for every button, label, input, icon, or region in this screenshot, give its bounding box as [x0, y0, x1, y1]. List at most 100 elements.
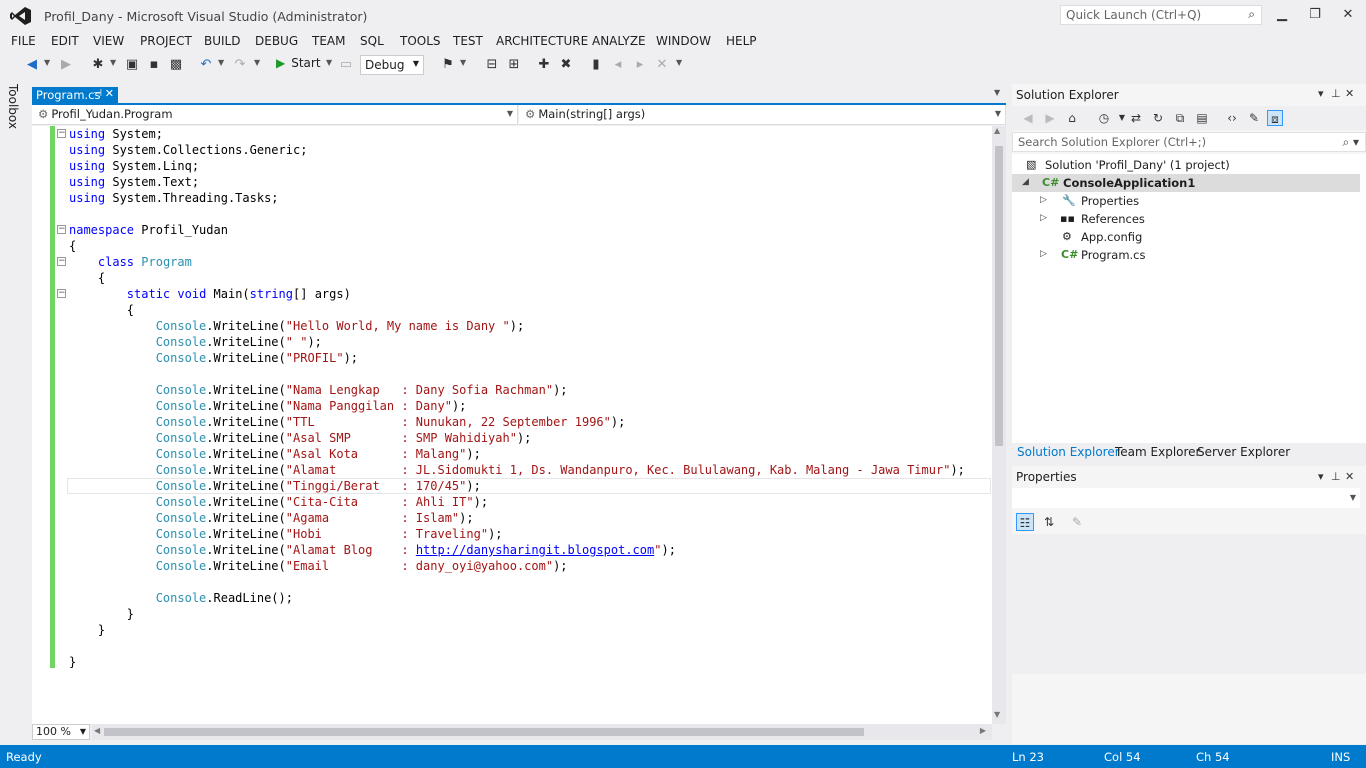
scroll-down-icon[interactable]: ▼ [994, 710, 1000, 719]
close-icon[interactable]: ✕ [105, 87, 114, 100]
uncomment-icon[interactable]: ⊞ [506, 57, 522, 73]
code-line[interactable]: Console.WriteLine("Nama Lengkap : Dany S… [69, 382, 965, 398]
menu-help[interactable]: HELP [726, 34, 757, 48]
refresh-icon[interactable]: ↻ [1150, 110, 1166, 126]
save-all-icon[interactable]: ▩ [168, 57, 184, 73]
tab-program-cs[interactable]: Program.cs ⊣ ✕ [32, 87, 118, 103]
scroll-thumb[interactable] [995, 146, 1003, 446]
code-line[interactable]: class Program [69, 254, 965, 270]
chevron-down-icon[interactable]: ▼ [44, 58, 50, 67]
attach-icon[interactable]: ▭ [338, 57, 354, 73]
tab-server-explorer[interactable]: Server Explorer [1197, 445, 1290, 459]
code-line[interactable] [69, 366, 965, 382]
tree-item-properties[interactable]: ▷ 🔧 Properties [1012, 192, 1360, 210]
view-code-icon[interactable]: ‹› [1224, 110, 1240, 126]
close-button[interactable]: ✕ [1339, 6, 1357, 24]
menu-tools[interactable]: TOOLS [400, 34, 441, 48]
code-line[interactable]: { [69, 270, 965, 286]
code-line[interactable] [69, 574, 965, 590]
menu-architecture[interactable]: ARCHITECTURE [496, 34, 588, 48]
chevron-down-icon[interactable]: ▼ [676, 58, 682, 67]
code-line[interactable]: using System.Linq; [69, 158, 965, 174]
code-link[interactable]: http://danysharingit.blogspot.com [416, 543, 654, 557]
restore-button[interactable]: ❐ [1306, 6, 1324, 24]
comment-icon[interactable]: ⊟ [484, 57, 500, 73]
previous-bookmark-icon[interactable]: ◂ [610, 57, 626, 73]
zoom-select[interactable]: 100 % ▼ [32, 724, 90, 740]
minimize-button[interactable]: ▁ [1273, 6, 1291, 24]
properties-object-select[interactable]: ▼ [1012, 488, 1360, 508]
tab-solution-explorer[interactable]: Solution Explorer [1017, 445, 1120, 459]
tree-item-references[interactable]: ▷ ▪▪ References [1012, 210, 1360, 228]
chevron-down-icon[interactable]: ▼ [110, 58, 116, 67]
code-line[interactable]: } [69, 606, 965, 622]
chevron-down-icon[interactable]: ▼ [326, 58, 332, 67]
tab-team-explorer[interactable]: Team Explorer [1115, 445, 1201, 459]
add-bookmark-icon[interactable]: ✚ [536, 57, 552, 73]
scroll-right-icon[interactable]: ▶ [980, 726, 986, 735]
quick-launch-input[interactable]: Quick Launch (Ctrl+Q) ⌕ [1060, 5, 1262, 25]
pin-icon[interactable]: ⊣ [93, 88, 102, 99]
forward-icon[interactable]: ▶ [1042, 110, 1058, 126]
code-line[interactable] [69, 638, 965, 654]
scroll-up-icon[interactable]: ▲ [994, 126, 1000, 135]
collapse-icon[interactable]: − [57, 257, 66, 266]
code-line[interactable]: Console.WriteLine("Email : dany_oyi@yaho… [69, 558, 965, 574]
chevron-down-icon[interactable]: ▾ [1318, 87, 1324, 100]
code-line[interactable]: { [69, 302, 965, 318]
code-line[interactable]: Console.WriteLine("Alamat Blog : http://… [69, 542, 965, 558]
pending-changes-filter-icon[interactable]: ◷ [1096, 110, 1112, 126]
alphabetical-icon[interactable]: ⇅ [1040, 513, 1058, 531]
solution-explorer-search-input[interactable]: Search Solution Explorer (Ctrl+;) ⌕ ▾ [1012, 132, 1366, 152]
open-file-icon[interactable]: ▣ [124, 57, 140, 73]
scroll-left-icon[interactable]: ◀ [94, 726, 100, 735]
start-debugging-button[interactable]: ▶ Start [276, 56, 321, 74]
home-icon[interactable]: ⌂ [1064, 110, 1080, 126]
code-line[interactable]: static void Main(string[] args) [69, 286, 965, 302]
vertical-scrollbar[interactable]: ▲ ▼ [992, 126, 1006, 724]
code-line[interactable]: using System.Text; [69, 174, 965, 190]
code-line[interactable]: Console.WriteLine("Asal SMP : SMP Wahidi… [69, 430, 965, 446]
menu-view[interactable]: VIEW [93, 34, 124, 48]
code-line[interactable]: Console.WriteLine("Hobi : Traveling"); [69, 526, 965, 542]
navigate-back-icon[interactable]: ◀ [24, 57, 40, 73]
undo-icon[interactable]: ↶ [198, 57, 214, 73]
chevron-down-icon[interactable]: ▼ [460, 58, 466, 67]
preview-selected-items-icon[interactable]: ⧈ [1267, 110, 1283, 126]
expanded-arrow-icon[interactable]: ◢ [1022, 177, 1029, 187]
menu-debug[interactable]: DEBUG [255, 34, 298, 48]
find-icon[interactable]: ⚑ [440, 57, 456, 73]
menu-window[interactable]: WINDOW [656, 34, 711, 48]
collapse-icon[interactable]: − [57, 129, 66, 138]
sync-icon[interactable]: ⇄ [1128, 110, 1144, 126]
code-line[interactable]: Console.WriteLine("TTL : Nunukan, 22 Sep… [69, 414, 965, 430]
code-line[interactable]: using System; [69, 126, 965, 142]
clear-bookmarks-icon[interactable]: ✕ [654, 57, 670, 73]
menu-file[interactable]: FILE [11, 34, 36, 48]
redo-icon[interactable]: ↷ [232, 57, 248, 73]
menu-sql[interactable]: SQL [360, 34, 384, 48]
code-line[interactable]: using System.Threading.Tasks; [69, 190, 965, 206]
code-line[interactable]: Console.WriteLine("Tinggi/Berat : 170/45… [69, 478, 965, 494]
horizontal-scrollbar[interactable]: ◀ ▶ [92, 724, 992, 740]
close-icon[interactable]: ✕ [1345, 87, 1354, 100]
collapsed-arrow-icon[interactable]: ▷ [1040, 249, 1047, 259]
chevron-down-icon[interactable]: ▼ [254, 58, 260, 67]
code-line[interactable]: } [69, 654, 965, 670]
back-icon[interactable]: ◀ [1020, 110, 1036, 126]
collapsed-arrow-icon[interactable]: ▷ [1040, 213, 1047, 223]
close-icon[interactable]: ✕ [1345, 470, 1354, 483]
toolbox-tab[interactable]: Toolbox [6, 84, 26, 134]
menu-project[interactable]: PROJECT [140, 34, 192, 48]
categorized-icon[interactable]: ☷ [1016, 513, 1034, 531]
code-line[interactable]: Console.WriteLine("Asal Kota : Malang"); [69, 446, 965, 462]
code-line[interactable]: using System.Collections.Generic; [69, 142, 965, 158]
solution-configuration-select[interactable]: Debug ▼ [360, 55, 424, 75]
remove-bookmark-icon[interactable]: ✖ [558, 57, 574, 73]
menu-test[interactable]: TEST [453, 34, 483, 48]
new-project-icon[interactable]: ✱ [90, 57, 106, 73]
scroll-thumb[interactable] [104, 728, 864, 736]
code-line[interactable]: Console.WriteLine("Alamat : JL.Sidomukti… [69, 462, 965, 478]
tree-item-program-cs[interactable]: ▷ C# Program.cs [1012, 246, 1360, 264]
show-all-files-icon[interactable]: ▤ [1194, 110, 1210, 126]
